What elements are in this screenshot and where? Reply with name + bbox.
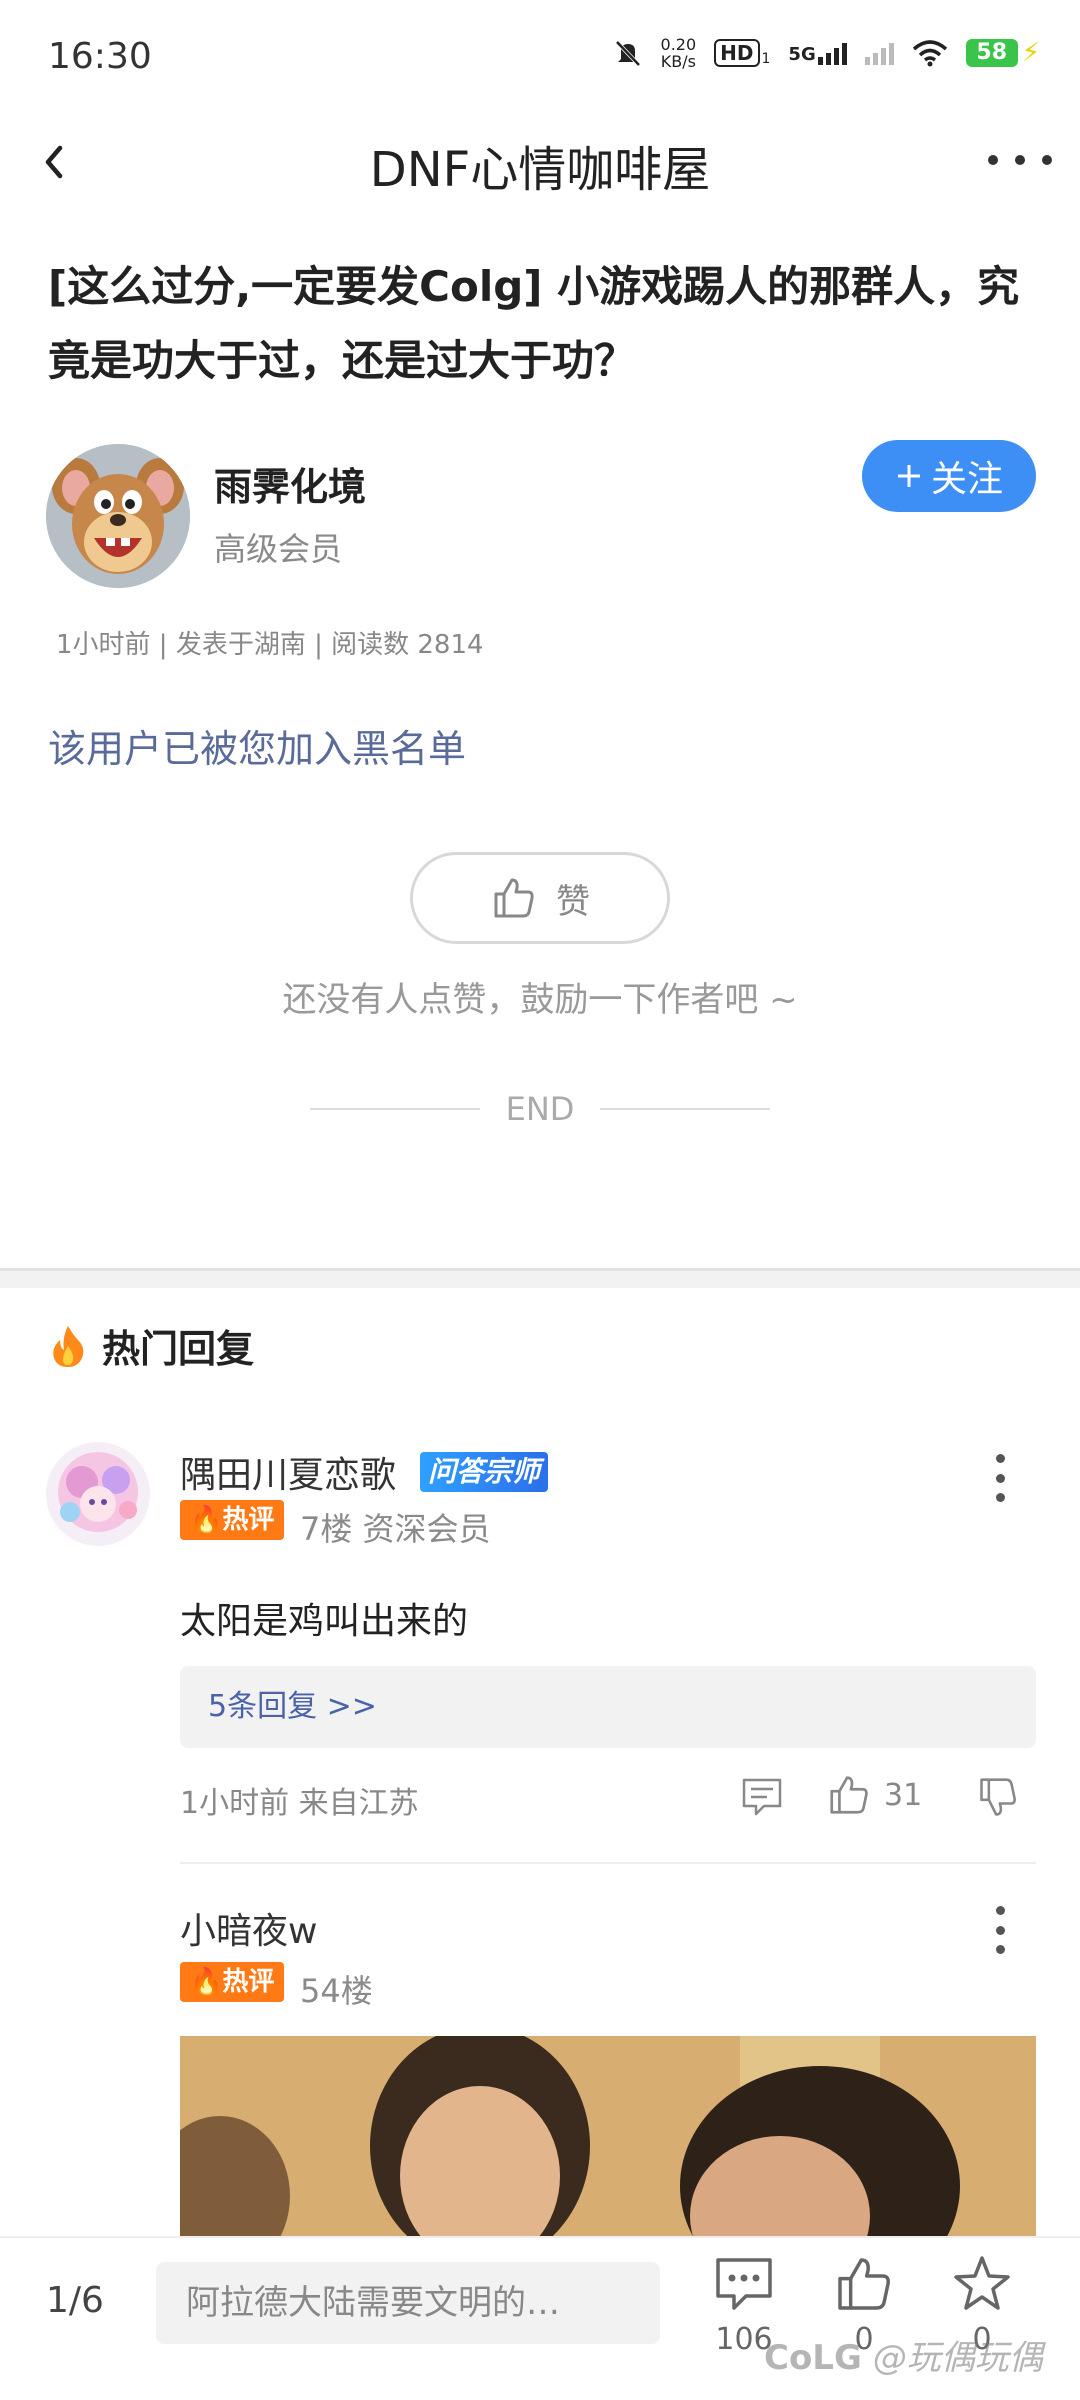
divider: [309, 1108, 480, 1110]
charging-bolt-icon: ⚡: [1021, 38, 1040, 68]
thumbs-down-icon[interactable]: [976, 1776, 1020, 1820]
reply-content: 太阳是鸡叫出来的: [180, 1601, 469, 1642]
thumbs-up-icon[interactable]: [832, 2252, 896, 2316]
plus-icon: [897, 465, 920, 487]
cartoon-mouse-avatar-icon: [46, 444, 190, 588]
flame-icon: [53, 1325, 84, 1367]
reply-avatar[interactable]: [46, 1442, 150, 1546]
hot-tag-label: 热评: [222, 1967, 275, 1997]
star-icon[interactable]: [950, 2252, 1014, 2316]
dot: [995, 1493, 1005, 1502]
hot-replies-header: 热门回复: [48, 1318, 254, 1373]
reply-like-count: 31: [884, 1778, 923, 1813]
reply-floor-info: 54楼: [300, 1972, 373, 2010]
hd-icon: HD: [714, 39, 760, 67]
author-avatar[interactable]: [46, 444, 190, 588]
comment-icon[interactable]: [740, 1774, 784, 1818]
dot: [995, 1473, 1005, 1483]
dot: [995, 1454, 1005, 1463]
post-meta: 1小时前 | 发表于湖南 | 阅读数 2814: [56, 630, 484, 660]
more-options-button[interactable]: [988, 140, 1052, 180]
net-speed-value: 0.20: [660, 35, 697, 54]
watermark: CoLG @玩偶玩偶: [764, 2330, 1043, 2379]
colg-logo: CoLG: [764, 2338, 862, 2378]
author-level: 高级会员: [214, 530, 343, 568]
dot: [1015, 155, 1025, 165]
mute-bell-icon: [615, 40, 640, 67]
hot-replies-title: 热门回复: [102, 1327, 255, 1371]
dot: [1042, 155, 1052, 165]
signal-5g: 5G: [788, 41, 847, 65]
page-indicator[interactable]: 1/6: [46, 2280, 104, 2321]
signal-bars-2-icon: [864, 41, 894, 65]
thumbs-up-icon: [494, 878, 534, 918]
divider: [600, 1108, 771, 1110]
flame-icon: 🔥: [190, 1505, 223, 1535]
author-name[interactable]: 雨霁化境: [214, 456, 366, 511]
status-bar: 16:30 0.20 KB/s HD 1 5G 58 ⚡: [0, 0, 1080, 120]
hot-tag-label: 热评: [222, 1505, 275, 1535]
signal-bars-icon: [817, 41, 847, 65]
status-time: 16:30: [48, 36, 152, 77]
flame-icon: 🔥: [190, 1967, 223, 1997]
reply-floor-info: 7楼 资深会员: [300, 1510, 491, 1548]
reply-more-button[interactable]: [990, 1454, 1010, 1502]
hd-sub: 1: [761, 51, 771, 67]
like-label: 赞: [556, 881, 590, 922]
dot: [995, 1945, 1005, 1954]
expert-badge: 问答宗师: [420, 1452, 549, 1492]
end-text: END: [505, 1090, 575, 1128]
reply-separator: [180, 1862, 1036, 1864]
post-title: [这么过分,一定要发Colg] 小游戏踢人的那群人，究竟是功大于过，还是过大于功…: [48, 262, 1020, 385]
battery-indicator: 58 ⚡: [965, 38, 1040, 68]
dot: [995, 1925, 1005, 1935]
wifi-icon: [912, 40, 947, 67]
dot: [988, 155, 998, 165]
reply-more-button[interactable]: [990, 1906, 1010, 1954]
hd-indicator: HD 1: [714, 39, 770, 67]
like-hint: 还没有人点赞，鼓励一下作者吧 ~: [282, 980, 798, 1020]
view-sub-replies-link[interactable]: 5条回复 >>: [180, 1666, 1036, 1748]
comment-icon[interactable]: [712, 2252, 776, 2316]
nav-bar: DNF心情咖啡屋: [0, 120, 1080, 202]
watermark-text: @玩偶玩偶: [872, 2338, 1043, 2378]
follow-label: 关注: [930, 459, 1003, 500]
reply-time-location: 1小时前 来自江苏: [180, 1786, 419, 1821]
bottom-bar: 1/6 阿拉德大陆需要文明的… 106 0 0 CoLG @玩偶玩偶: [0, 2236, 1080, 2400]
thumbs-up-icon[interactable]: [826, 1772, 872, 1818]
anime-girl-avatar-icon: [46, 1442, 150, 1546]
like-post-button[interactable]: 赞: [410, 852, 670, 944]
dot: [995, 1906, 1005, 1915]
status-icons: 0.20 KB/s HD 1 5G 58 ⚡: [613, 36, 1040, 70]
comment-input[interactable]: 阿拉德大陆需要文明的…: [156, 2262, 660, 2344]
network-type: 5G: [788, 44, 816, 65]
forum-title: DNF心情咖啡屋: [369, 142, 711, 198]
reply-author-name[interactable]: 隅田川夏恋歌: [180, 1446, 396, 1498]
follow-button[interactable]: 关注: [862, 440, 1036, 512]
end-marker: END: [0, 1090, 1080, 1128]
net-speed-unit: KB/s: [660, 52, 696, 71]
photo-scene: [180, 2036, 1036, 2236]
reply-image[interactable]: [180, 2036, 1036, 2236]
blacklist-note: 该用户已被您加入黑名单: [48, 727, 467, 771]
reply-author-name[interactable]: 小暗夜w: [180, 1902, 317, 1954]
battery-level: 58: [965, 39, 1018, 67]
net-speed: 0.20 KB/s: [661, 36, 697, 70]
hot-comment-tag: 🔥热评: [180, 1500, 285, 1540]
hot-comment-tag: 🔥热评: [180, 1962, 285, 2002]
section-divider: [0, 1268, 1080, 1288]
